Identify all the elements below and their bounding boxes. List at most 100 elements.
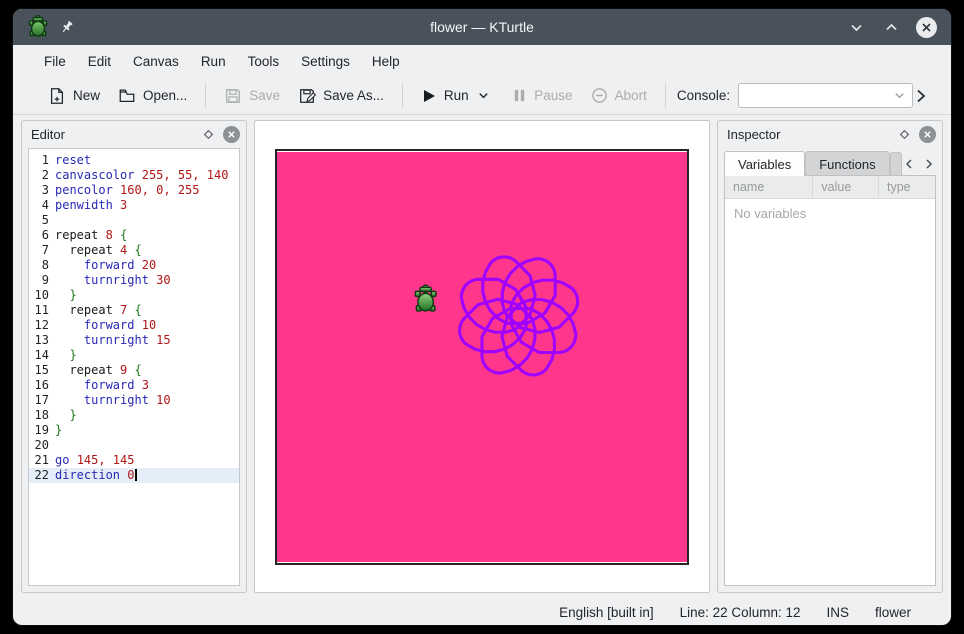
column-name[interactable]: name [725, 176, 813, 198]
menu-tools[interactable]: Tools [237, 49, 291, 74]
run-speed-dropdown[interactable] [474, 86, 494, 106]
menu-file[interactable]: File [33, 49, 77, 74]
editor-line[interactable]: 22direction 0 [29, 468, 239, 483]
editor-line[interactable]: 3pencolor 160, 0, 255 [29, 183, 239, 198]
line-code: canvascolor 255, 55, 140 [55, 168, 228, 183]
pause-icon [512, 88, 527, 103]
inspector-float-icon[interactable] [896, 126, 912, 142]
editor-line[interactable]: 12 forward 10 [29, 318, 239, 333]
line-number: 11 [29, 303, 55, 318]
line-number: 8 [29, 258, 55, 273]
console-label: Console: [677, 88, 730, 103]
toolbar-overflow-button[interactable] [913, 88, 929, 104]
editor-line[interactable]: 13 turnright 15 [29, 333, 239, 348]
combo-chevron-icon [893, 89, 906, 102]
tab-functions[interactable]: Functions [805, 151, 889, 176]
editor-line[interactable]: 11 repeat 7 { [29, 303, 239, 318]
tab-scroll-left-icon[interactable] [904, 158, 914, 170]
main-area: Editor 1reset2canvascolor 255, 55, 1403p… [13, 115, 951, 599]
pause-button[interactable]: Pause [503, 83, 581, 108]
status-document-name: flower [875, 605, 911, 620]
editor-line[interactable]: 9 turnright 30 [29, 273, 239, 288]
turtle-canvas[interactable] [275, 149, 689, 565]
line-number: 9 [29, 273, 55, 288]
inspector-tabbar: Variables Functions [718, 147, 942, 176]
close-button[interactable] [916, 17, 937, 38]
menu-help[interactable]: Help [361, 49, 411, 74]
line-number: 15 [29, 363, 55, 378]
editor-line[interactable]: 20 [29, 438, 239, 453]
line-code: forward 3 [55, 378, 149, 393]
save-as-button[interactable]: Save As... [289, 82, 393, 110]
menu-canvas[interactable]: Canvas [122, 49, 190, 74]
new-file-icon [48, 87, 66, 105]
line-number: 2 [29, 168, 55, 183]
editor-float-icon[interactable] [200, 126, 216, 142]
editor-line[interactable]: 21go 145, 145 [29, 453, 239, 468]
line-number: 19 [29, 423, 55, 438]
line-number: 5 [29, 213, 55, 228]
line-number: 12 [29, 318, 55, 333]
editor-close-icon[interactable] [223, 126, 240, 143]
editor-line[interactable]: 19} [29, 423, 239, 438]
console-input[interactable] [738, 83, 913, 108]
minimize-button[interactable] [846, 17, 866, 37]
inspector-title: Inspector [727, 127, 780, 142]
inspector-dock-header: Inspector [718, 121, 942, 147]
editor-line[interactable]: 16 forward 3 [29, 378, 239, 393]
column-value[interactable]: value [813, 176, 879, 198]
editor-line[interactable]: 5 [29, 213, 239, 228]
toolbar: New Open... Save Save As... Run [13, 77, 951, 115]
editor-line[interactable]: 18 } [29, 408, 239, 423]
menu-run[interactable]: Run [190, 49, 237, 74]
new-button[interactable]: New [39, 82, 109, 110]
line-code: pencolor 160, 0, 255 [55, 183, 200, 198]
inspector-close-icon[interactable] [919, 126, 936, 143]
editor-line[interactable]: 17 turnright 10 [29, 393, 239, 408]
inspector-dock: Inspector Variables Functions [717, 120, 943, 593]
editor-title: Editor [31, 127, 65, 142]
save-icon [224, 87, 242, 105]
tab-scroll-right-icon[interactable] [924, 158, 934, 170]
editor-line[interactable]: 4penwidth 3 [29, 198, 239, 213]
editor-line[interactable]: 7 repeat 4 { [29, 243, 239, 258]
line-number: 20 [29, 438, 55, 453]
save-button[interactable]: Save [215, 82, 289, 110]
maximize-button[interactable] [881, 17, 901, 37]
line-code: } [55, 288, 77, 303]
editor-line[interactable]: 1reset [29, 153, 239, 168]
open-button[interactable]: Open... [109, 82, 196, 110]
open-folder-icon [118, 87, 136, 105]
editor-line[interactable]: 2canvascolor 255, 55, 140 [29, 168, 239, 183]
menu-settings[interactable]: Settings [290, 49, 361, 74]
toolbar-separator [665, 83, 666, 108]
code-editor[interactable]: 1reset2canvascolor 255, 55, 1403pencolor… [28, 148, 240, 586]
line-code: repeat 4 { [55, 243, 142, 258]
editor-line[interactable]: 10 } [29, 288, 239, 303]
line-number: 7 [29, 243, 55, 258]
canvas-panel [254, 120, 710, 593]
editor-line[interactable]: 15 repeat 9 { [29, 363, 239, 378]
save-as-icon [298, 87, 316, 105]
line-code: } [55, 408, 77, 423]
line-number: 21 [29, 453, 55, 468]
tab-variables[interactable]: Variables [724, 151, 805, 176]
line-code: direction 0 [55, 468, 137, 483]
pin-icon[interactable] [60, 20, 74, 34]
toolbar-separator [402, 83, 403, 108]
abort-button[interactable]: Abort [582, 82, 656, 109]
window-title: flower — KTurtle [13, 19, 951, 35]
line-code: } [55, 348, 77, 363]
line-code: reset [55, 153, 91, 168]
editor-line[interactable]: 14 } [29, 348, 239, 363]
menu-edit[interactable]: Edit [77, 49, 122, 74]
editor-line[interactable]: 6repeat 8 { [29, 228, 239, 243]
run-button[interactable]: Run [412, 83, 478, 109]
line-number: 10 [29, 288, 55, 303]
line-code: penwidth 3 [55, 198, 127, 213]
column-type[interactable]: type [879, 176, 935, 198]
line-number: 16 [29, 378, 55, 393]
editor-line[interactable]: 8 forward 20 [29, 258, 239, 273]
statusbar: English [built in] Line: 22 Column: 12 I… [13, 599, 951, 625]
variables-table: name value type No variables [724, 175, 936, 586]
